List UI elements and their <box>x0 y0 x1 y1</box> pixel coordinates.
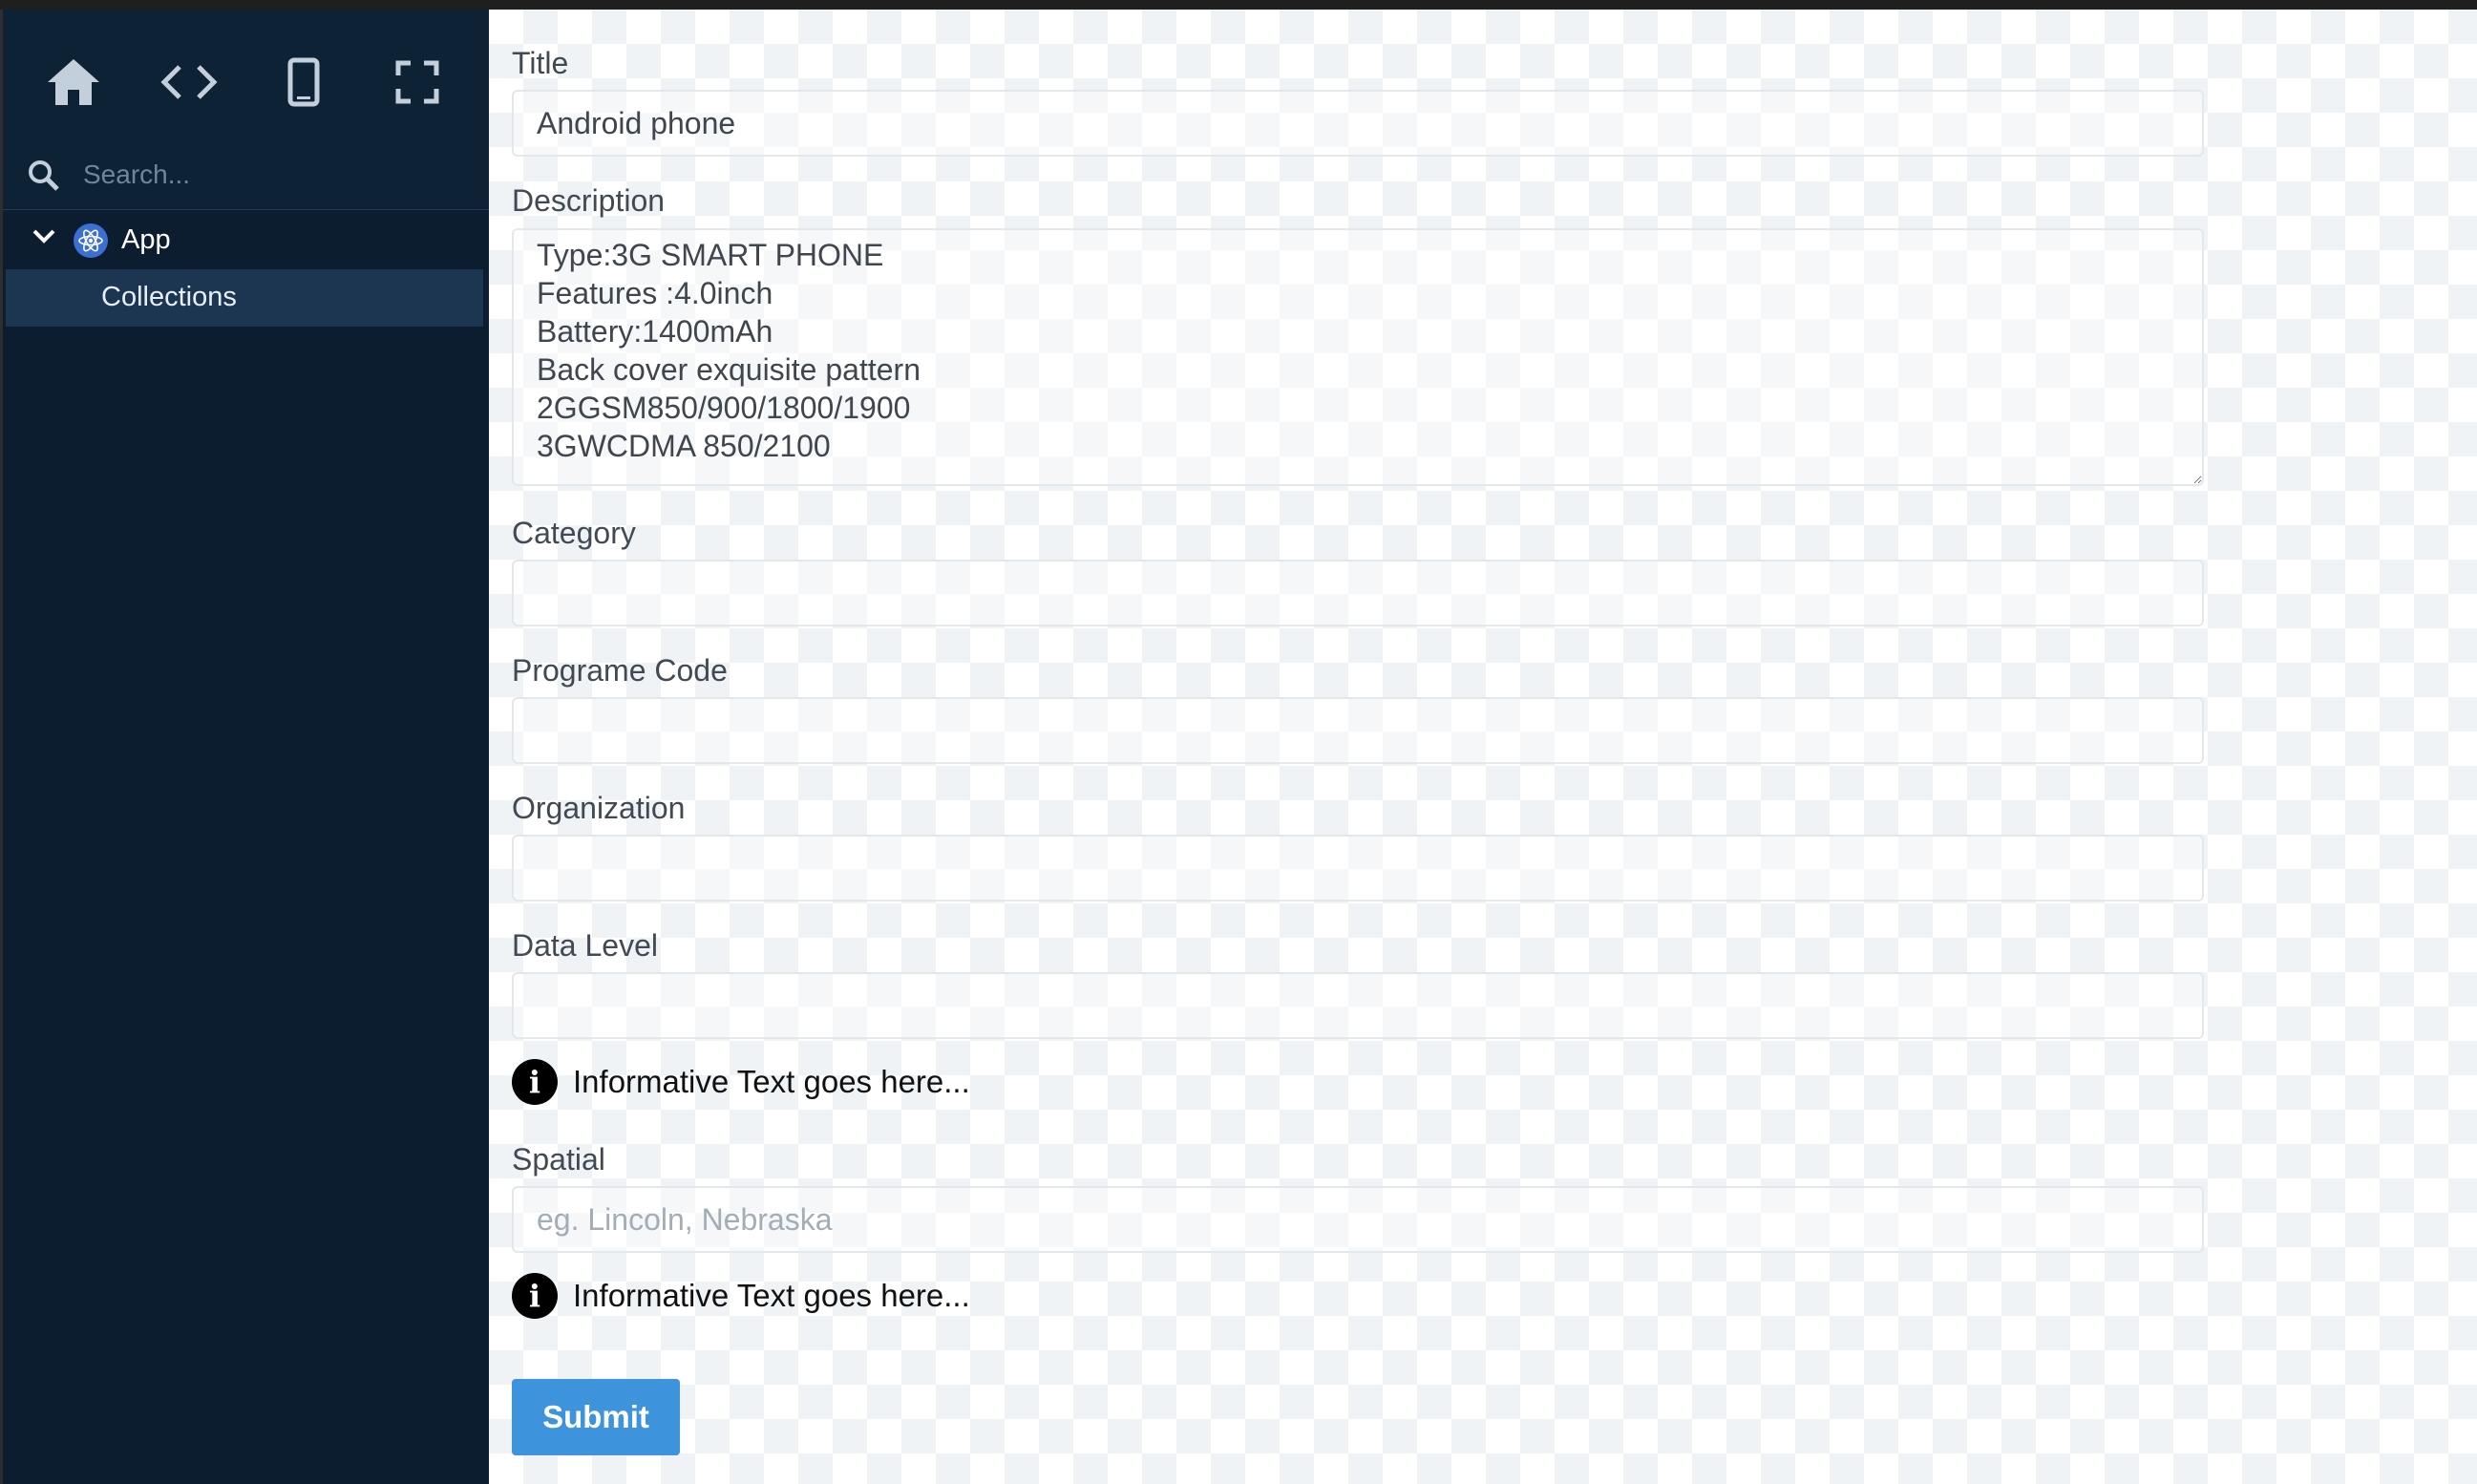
submit-button[interactable]: Submit <box>512 1379 680 1455</box>
storybook-sidebar: App Collections <box>0 10 489 1484</box>
sidebar-toolbar <box>3 10 489 138</box>
spatial-input[interactable] <box>512 1186 2204 1253</box>
sidebar-search <box>3 138 489 210</box>
home-icon <box>48 59 99 105</box>
tree-item-app[interactable]: App <box>3 210 489 269</box>
info-icon: i <box>512 1273 558 1319</box>
info-text: Informative Text goes here... <box>573 1064 970 1099</box>
title-input[interactable] <box>512 90 2204 157</box>
mobile-device-icon <box>287 57 320 107</box>
data-level-input[interactable] <box>512 972 2204 1039</box>
title-label: Title <box>512 46 569 80</box>
organization-label: Organization <box>512 791 686 825</box>
fullscreen-button[interactable] <box>389 53 446 111</box>
preview-canvas: Title Description Type:3G SMART PHONE Fe… <box>489 10 2477 1484</box>
info-text: Informative Text goes here... <box>573 1278 970 1313</box>
fullscreen-icon <box>395 60 439 104</box>
program-code-label: Programe Code <box>512 653 728 688</box>
search-icon <box>29 160 59 191</box>
tree-item-app-label: App <box>121 224 171 255</box>
code-icon <box>160 65 218 99</box>
sidebar-search-input[interactable] <box>81 155 467 195</box>
spatial-label: Spatial <box>512 1142 605 1177</box>
category-input[interactable] <box>512 560 2204 626</box>
chevron-down-icon[interactable] <box>32 227 56 246</box>
tree-item-collections-label: Collections <box>101 282 237 312</box>
window-top-bar <box>0 0 2477 10</box>
react-component-icon <box>74 223 108 258</box>
description-label: Description <box>512 183 666 218</box>
info-note-spatial: i Informative Text goes here... <box>512 1272 970 1320</box>
info-note-data-level: i Informative Text goes here... <box>512 1058 970 1106</box>
code-button[interactable] <box>160 53 218 111</box>
description-textarea[interactable]: Type:3G SMART PHONE Features :4.0inch Ba… <box>512 228 2204 486</box>
home-button[interactable] <box>45 53 102 111</box>
data-level-label: Data Level <box>512 928 658 963</box>
program-code-input[interactable] <box>512 697 2204 764</box>
category-label: Category <box>512 516 636 550</box>
info-icon: i <box>512 1059 558 1105</box>
organization-input[interactable] <box>512 835 2204 901</box>
tree-item-collections[interactable]: Collections <box>6 269 483 327</box>
mobile-view-button[interactable] <box>275 53 332 111</box>
